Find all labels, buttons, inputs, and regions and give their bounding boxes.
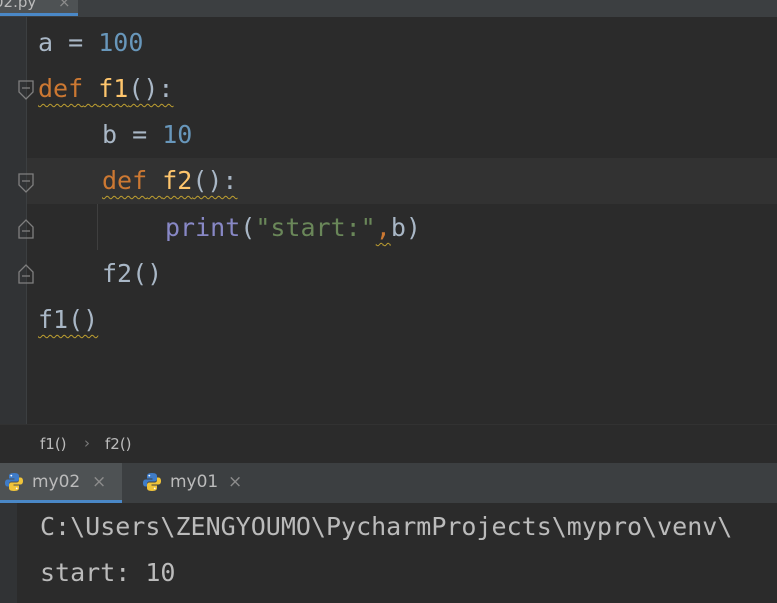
console-gutter <box>0 503 17 603</box>
breadcrumb: f1() › f2() <box>0 424 777 463</box>
operator: = <box>53 28 99 57</box>
open-paren: ( <box>240 213 256 242</box>
fold-start-icon[interactable] <box>17 173 35 193</box>
number-literal: 10 <box>162 120 193 149</box>
run-tab-label: my02 <box>32 472 81 492</box>
punctuation: (): <box>128 74 174 103</box>
string-literal: "start:" <box>255 213 376 242</box>
file-tab-label: 02.py <box>0 0 37 11</box>
editor-tab-bar: 02.py × <box>0 0 777 17</box>
number-literal: 100 <box>98 28 144 57</box>
keyword-def: def <box>38 74 84 103</box>
punctuation: (): <box>192 166 238 195</box>
code-line-5: print("start:",b) <box>165 205 421 251</box>
variable-a: a <box>38 28 54 57</box>
code-editor[interactable]: a = 100 def f1(): b = 10 def f2(): print… <box>0 17 777 424</box>
keyword-def: def <box>102 166 148 195</box>
code-line-4: def f2(): <box>102 158 237 204</box>
run-tab-my01[interactable]: my01 × <box>138 463 258 503</box>
call-f2: f2() <box>102 259 163 288</box>
breadcrumb-item-f2[interactable]: f2() <box>105 435 132 453</box>
python-icon <box>143 473 161 491</box>
close-icon[interactable]: × <box>228 472 242 492</box>
comma: , <box>375 213 391 242</box>
function-name-f1: f1 <box>98 74 129 103</box>
run-tab-bar: my02 × my01 × <box>0 463 777 503</box>
fold-end-icon[interactable] <box>17 219 35 239</box>
breadcrumb-separator: › <box>84 434 90 452</box>
fold-end-icon[interactable] <box>17 264 35 284</box>
indent-guide <box>97 204 98 250</box>
call-f1: f1() <box>38 305 99 334</box>
run-tab-label: my01 <box>170 472 219 492</box>
code-line-7: f1() <box>38 297 98 343</box>
fold-start-icon[interactable] <box>17 80 35 100</box>
variable-b: b <box>102 120 118 149</box>
code-line-3: b = 10 <box>102 112 192 158</box>
run-tab-my02[interactable]: my02 × <box>0 463 122 503</box>
console-output-line: start: 10 <box>40 558 176 587</box>
run-console[interactable]: C:\Users\ZENGYOUMO\PycharmProjects\mypro… <box>0 503 777 603</box>
argument-b: b <box>390 213 406 242</box>
close-paren: ) <box>405 213 421 242</box>
code-line-6: f2() <box>102 251 162 297</box>
operator: = <box>117 120 163 149</box>
breadcrumb-item-f1[interactable]: f1() <box>40 435 67 453</box>
function-name-f2: f2 <box>162 166 193 195</box>
editor-file-tab[interactable]: 02.py × <box>0 0 78 16</box>
close-icon[interactable]: × <box>58 0 71 11</box>
console-output-line: C:\Users\ZENGYOUMO\PycharmProjects\mypro… <box>40 512 733 541</box>
python-icon <box>5 473 23 491</box>
code-line-1: a = 100 <box>38 20 143 66</box>
close-icon[interactable]: × <box>92 472 106 492</box>
code-line-2: def f1(): <box>38 66 173 112</box>
builtin-print: print <box>165 213 241 242</box>
